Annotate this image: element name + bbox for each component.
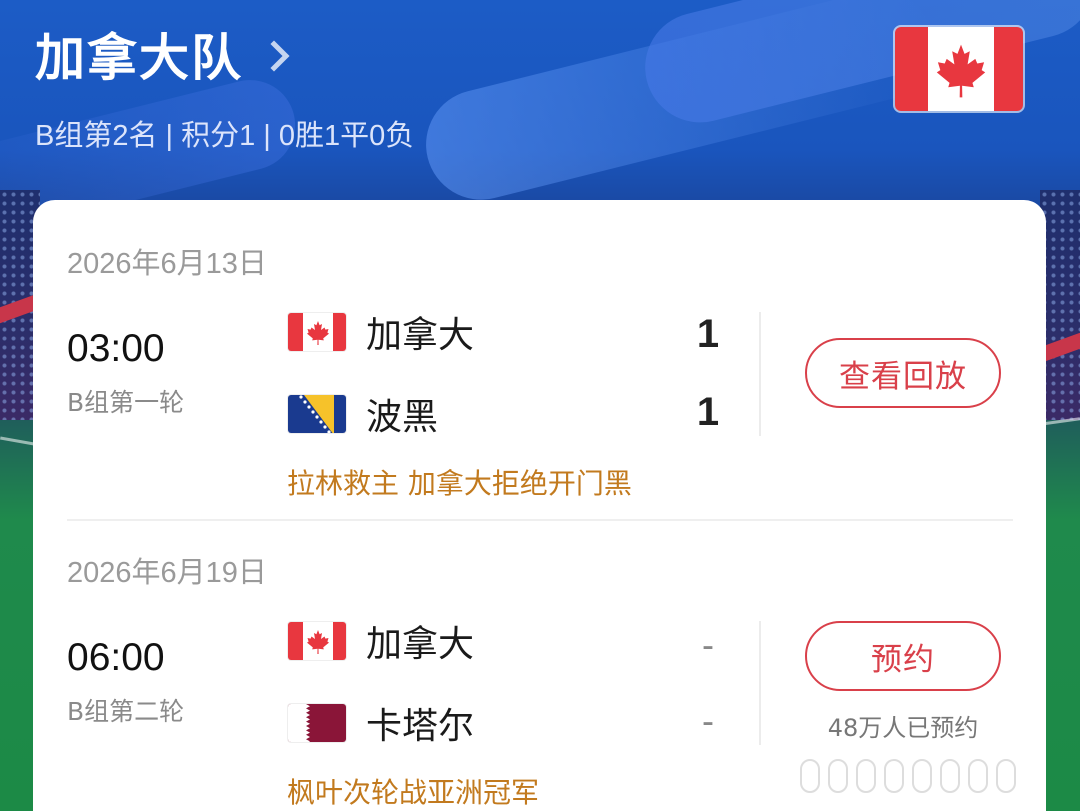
canada-flag-icon [893,25,1025,113]
team-name: 加拿大队 [35,29,243,87]
team-name: 加拿大 [366,315,475,356]
team-standing-summary: B组第2名 | 积分1 | 0胜1平0负 [35,120,415,152]
away-team[interactable]: 卡塔尔 [287,701,474,747]
home-team[interactable]: 加拿大 [287,619,474,665]
match-date: 2026年6月13日 [67,248,267,280]
match-time: 06:00 [67,636,165,679]
divider [759,621,761,745]
match-round: B组第一轮 [67,388,185,417]
qatar-flag-icon [287,703,347,743]
canada-flag-icon [287,621,347,661]
bosnia-flag-icon [287,394,347,434]
home-score: - [702,624,714,665]
match-headline-link[interactable]: 拉林救主 加拿大拒绝开门黑 [287,462,632,502]
canada-flag-icon [287,312,347,352]
team-name: 卡塔尔 [366,706,475,747]
watch-replay-button[interactable]: 查看回放 [805,338,1001,408]
team-name: 加拿大 [366,624,475,665]
match-date: 2026年6月19日 [67,557,267,589]
home-score: 1 [696,312,720,356]
match-time: 03:00 [67,327,165,370]
watermark-decoration [800,756,1070,796]
home-team[interactable]: 加拿大 [287,310,474,356]
match-round: B组第二轮 [67,697,185,726]
away-score: - [702,700,714,741]
reserve-button[interactable]: 预约 [805,621,1001,691]
away-team[interactable]: 波黑 [287,392,438,438]
divider [67,519,1013,521]
away-score: 1 [696,390,720,434]
chevron-right-icon [258,40,290,72]
match-headline-link[interactable]: 枫叶次轮战亚洲冠军 [287,771,539,811]
team-title-link[interactable]: 加拿大队 [35,18,290,90]
team-name: 波黑 [366,397,439,438]
team-header: 加拿大队 B组第2名 | 积分1 | 0胜1平0负 [0,0,1080,200]
divider [759,312,761,436]
schedule-card: 2026年6月13日 03:00 B组第一轮 加拿大 1 波黑 1 查看回放 拉… [33,200,1046,811]
reservation-count: 48万人已预约 [827,714,979,742]
